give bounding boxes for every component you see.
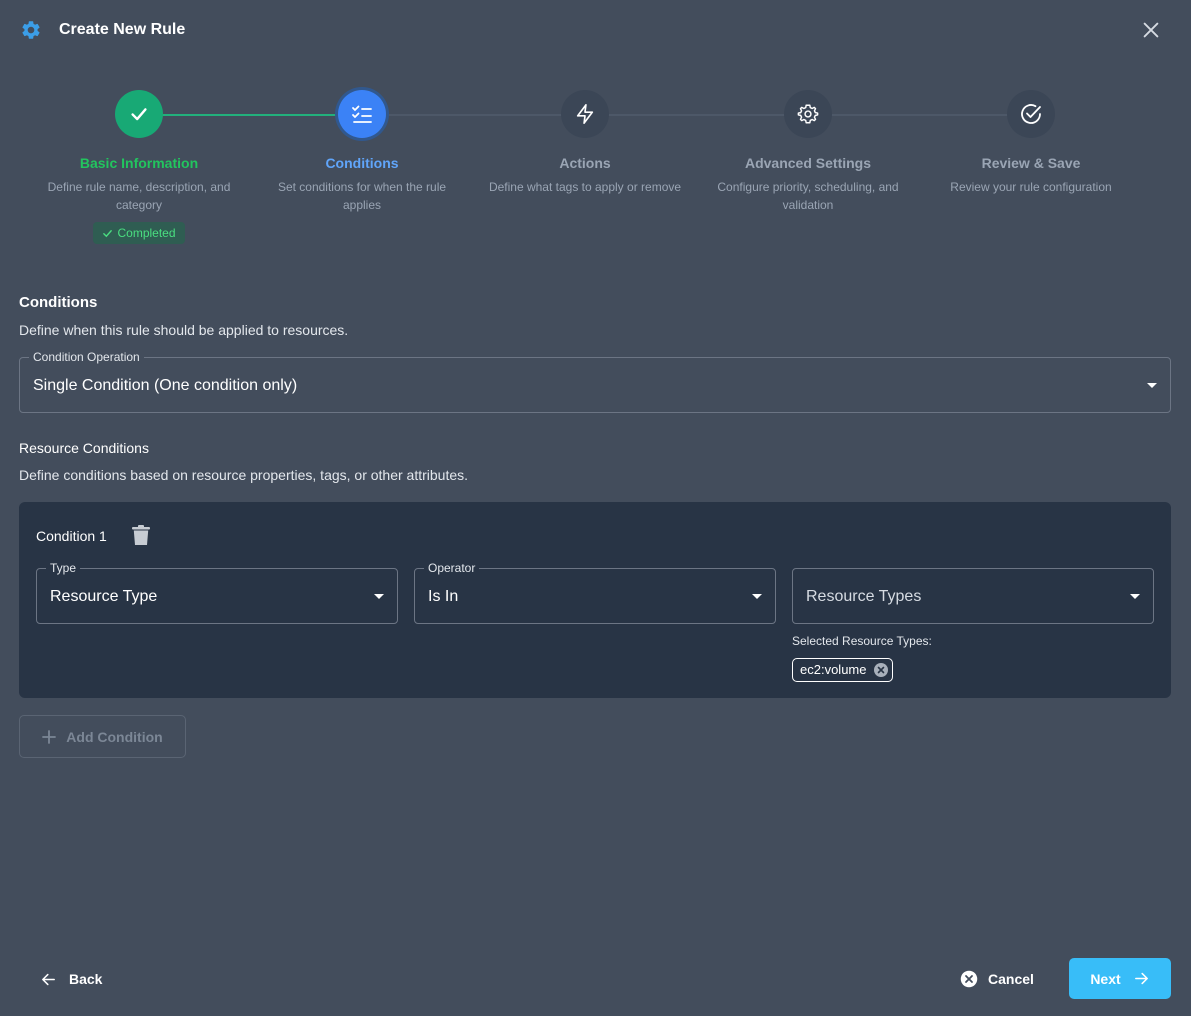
condition-type-select[interactable]: Type Resource Type <box>36 560 398 624</box>
resource-type-chip: ec2:volume <box>792 658 894 682</box>
plus-icon <box>42 729 57 744</box>
step-description: Define rule name, description, and categ… <box>47 180 231 212</box>
close-icon[interactable] <box>1140 19 1162 41</box>
gear-icon <box>22 21 40 39</box>
check-icon <box>131 108 147 121</box>
add-condition-button[interactable]: Add Condition <box>19 715 186 758</box>
step-circle <box>338 90 386 138</box>
condition-card: Condition 1 Type Resource Type Operator … <box>19 502 1171 698</box>
chip-label: ec2:volume <box>800 662 867 677</box>
badge-label: Completed <box>117 226 176 240</box>
step-label: Conditions <box>325 155 399 171</box>
dialog-title: Create New Rule <box>59 21 186 38</box>
cancel-label: Cancel <box>988 971 1034 987</box>
field-label: Type <box>46 560 81 576</box>
section-title: Conditions <box>19 294 98 311</box>
step-label: Actions <box>559 155 611 171</box>
list-check-icon <box>352 105 372 123</box>
field-label: Condition Operation <box>29 349 144 365</box>
step-conditions[interactable]: Conditions Set conditions for when the r… <box>262 90 462 214</box>
gear-icon <box>797 104 819 124</box>
resource-conditions-description: Define conditions based on resource prop… <box>19 467 469 483</box>
caret-down-icon <box>1147 383 1157 388</box>
add-condition-label: Add Condition <box>66 728 163 745</box>
back-label: Back <box>69 971 103 987</box>
condition-label: Condition 1 <box>36 528 107 544</box>
step-actions[interactable]: Actions Define what tags to apply or rem… <box>485 90 685 196</box>
section-description: Define when this rule should be applied … <box>19 322 349 338</box>
field-label: Operator <box>424 560 480 576</box>
step-label: Basic Information <box>79 155 199 171</box>
next-button[interactable]: Next <box>1069 958 1171 999</box>
lightning-icon <box>576 104 594 124</box>
back-button[interactable]: Back <box>40 968 102 990</box>
create-rule-dialog: Create New Rule Basic Information Define… <box>0 0 1191 1016</box>
step-label: Review & Save <box>981 155 1081 171</box>
step-circle <box>115 90 163 138</box>
step-circle <box>1007 90 1055 138</box>
step-label: Advanced Settings <box>744 155 872 171</box>
cancel-button[interactable]: Cancel <box>960 968 1034 990</box>
stepper: Basic Information Define rule name, desc… <box>0 80 1191 250</box>
step-description: Define what tags to apply or remove <box>488 180 682 194</box>
step-description: Set conditions for when the rule applies <box>277 180 447 212</box>
trash-icon[interactable] <box>132 525 150 545</box>
arrow-left-icon <box>42 973 55 985</box>
resource-conditions-title: Resource Conditions <box>19 440 149 456</box>
select-value: Resource Type <box>50 588 158 605</box>
condition-operator-select[interactable]: Operator Is In <box>414 560 776 624</box>
selected-resource-types-label: Selected Resource Types: <box>792 634 932 648</box>
caret-down-icon <box>1130 594 1140 599</box>
resource-types-select[interactable]: Resource Types <box>792 568 1154 624</box>
check-icon <box>103 229 113 237</box>
next-label: Next <box>1090 970 1121 987</box>
check-circle-icon <box>1021 104 1041 124</box>
arrow-right-icon <box>1134 972 1148 985</box>
caret-down-icon <box>374 594 384 599</box>
condition-operation-select[interactable]: Condition Operation Single Condition (On… <box>19 349 1171 413</box>
dialog-header: Create New Rule <box>0 0 1191 60</box>
select-placeholder: Resource Types <box>806 588 922 605</box>
cancel-circle-icon <box>960 970 978 988</box>
remove-chip-icon[interactable] <box>874 663 889 677</box>
completed-badge: Completed <box>93 222 185 244</box>
step-circle <box>784 90 832 138</box>
step-review-save[interactable]: Review & Save Review your rule configura… <box>931 90 1131 196</box>
step-advanced-settings[interactable]: Advanced Settings Configure priority, sc… <box>708 90 908 214</box>
caret-down-icon <box>752 594 762 599</box>
step-description: Review your rule configuration <box>950 180 1112 194</box>
step-circle <box>561 90 609 138</box>
step-basic-information[interactable]: Basic Information Define rule name, desc… <box>39 90 239 244</box>
step-description: Configure priority, scheduling, and vali… <box>717 180 899 212</box>
select-value: Is In <box>428 588 459 605</box>
select-value: Single Condition (One condition only) <box>33 377 298 394</box>
